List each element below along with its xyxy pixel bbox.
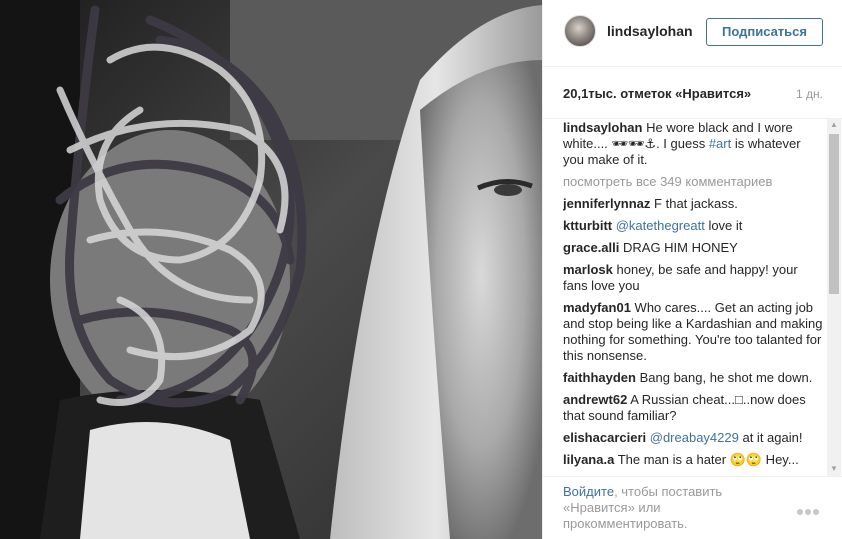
comment-username[interactable]: madyfan01 [563, 300, 631, 315]
post-details-panel: lindsaylohan Подписаться 20,1тыс. отмето… [542, 0, 842, 539]
comment-item: jenniferlynnaz F that jackass. [563, 196, 825, 212]
comment-item: faithhayden Bang bang, he shot me down. [563, 370, 825, 386]
comment-container: jenniferlynnaz F that jackass. ktturbitt … [563, 196, 825, 468]
avatar[interactable] [564, 15, 596, 47]
post-footer: Войдите, чтобы поставить «Нравится» или … [543, 476, 842, 539]
view-all-comments-link[interactable]: посмотреть все 349 комментариев [563, 174, 825, 190]
comment-username[interactable]: andrewt62 [563, 392, 627, 407]
caption-username[interactable]: lindsaylohan [563, 120, 642, 135]
comment-item: madyfan01 Who cares.... Get an acting jo… [563, 300, 825, 364]
comment-item: grace.alli DRAG HIM HONEY [563, 240, 825, 256]
comment-text-end: love it [704, 218, 743, 233]
login-prompt: Войдите, чтобы поставить «Нравится» или … [563, 484, 763, 532]
post-photo-image [0, 0, 542, 539]
comment-text: F that jackass. [654, 196, 738, 211]
comment-username[interactable]: lilyana.a [563, 452, 614, 467]
comment-text: DRAG HIM HONEY [623, 240, 738, 255]
comment-username[interactable]: elishacarcieri [563, 430, 646, 445]
comment-username[interactable]: faithhayden [563, 370, 636, 385]
comment-username[interactable]: jenniferlynnaz [563, 196, 650, 211]
comment-username[interactable]: ktturbitt [563, 218, 612, 233]
likes-row: 20,1тыс. отметок «Нравится» 1 дн. [543, 67, 842, 119]
comment-text-end: at it again! [738, 430, 803, 445]
comments-list: lindsaylohan He wore black and I wore wh… [563, 120, 825, 475]
comment-item: elishacarcieri @dreabay4229 at it again! [563, 430, 825, 446]
likes-count[interactable]: 20,1тыс. отметок «Нравится» [563, 86, 751, 101]
comment-item: ktturbitt @katethegreatt love it [563, 218, 825, 234]
comment-text: Bang bang, he shot me down. [639, 370, 813, 385]
comments-scrollbar[interactable]: ▲ ▼ [827, 118, 841, 476]
hashtag-link[interactable]: #art [709, 136, 731, 151]
author-username[interactable]: lindsaylohan [607, 23, 693, 39]
login-link[interactable]: Войдите [563, 484, 614, 499]
scroll-down-arrow-icon[interactable]: ▼ [827, 462, 841, 476]
comment-username[interactable]: grace.alli [563, 240, 619, 255]
comment-item: lilyana.a The man is a hater 🙄🙄 Hey... [563, 452, 825, 468]
post-header: lindsaylohan Подписаться [543, 0, 842, 67]
follow-button[interactable]: Подписаться [706, 18, 823, 46]
comment-mention-link[interactable]: @dreabay4229 [650, 430, 739, 445]
comment-item: marlosk honey, be safe and happy! your f… [563, 262, 825, 294]
comment-item: andrewt62 A Russian cheat...□..now does … [563, 392, 825, 424]
more-options-icon[interactable] [797, 502, 823, 515]
post-photo[interactable] [0, 0, 542, 539]
comment-mention-link[interactable]: @katethegreatt [616, 218, 705, 233]
comment-username[interactable]: marlosk [563, 262, 613, 277]
comment-text: The man is a hater 🙄🙄 Hey... [617, 452, 799, 467]
caption: lindsaylohan He wore black and I wore wh… [563, 120, 825, 168]
post-time[interactable]: 1 дн. [796, 87, 823, 101]
scrollbar-thumb[interactable] [829, 134, 839, 294]
scroll-up-arrow-icon[interactable]: ▲ [827, 118, 841, 132]
